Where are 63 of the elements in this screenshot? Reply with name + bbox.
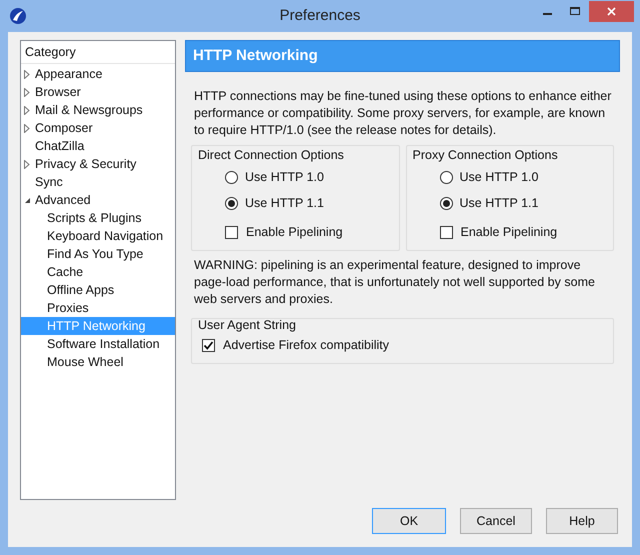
checkbox-label: Enable Pipelining — [246, 224, 343, 241]
radio-button[interactable] — [225, 196, 238, 210]
radio-button[interactable] — [225, 170, 238, 184]
dialog-button[interactable]: Cancel — [460, 508, 532, 534]
tree-item[interactable]: Keyboard Navigation — [21, 227, 175, 245]
radio-label: Use HTTP 1.0 — [245, 168, 324, 186]
tree-item-label: Composer — [34, 120, 94, 137]
tree-item[interactable]: Proxies — [21, 299, 175, 317]
warning-text: WARNING: pipelining is an experimental feature, designed to improve page-load performance, that is unfortunately not well supported by some web servers and proxies. — [193, 256, 596, 308]
intro-text: HTTP connections may be fine-tuned using these options to enhance either performance or compatibility. Some proxy servers, for example, are known to require HTTP/1.0 (see the release notes for details). — [193, 88, 612, 139]
checkbox[interactable] — [440, 226, 452, 239]
group-title: Proxy Connection Options — [412, 147, 559, 164]
collapse-icon[interactable] — [24, 196, 31, 204]
tree-item-label: Browser — [34, 84, 82, 101]
app-logo-icon — [9, 7, 27, 25]
tree-item-label: Find As You Type — [46, 246, 144, 263]
tree-item[interactable]: Software Installation — [21, 335, 175, 353]
tree-item[interactable]: Browser — [21, 83, 175, 101]
panel-header: HTTP Networking — [185, 40, 620, 72]
tree-item-label: Privacy & Security — [34, 156, 138, 173]
column-header: Category — [21, 41, 175, 64]
tree-item[interactable]: Mail & Newsgroups — [21, 101, 175, 119]
window-title: Preferences — [280, 6, 360, 26]
tree-item[interactable]: Appearance — [21, 65, 175, 83]
tree-item-label: Proxies — [46, 300, 90, 317]
tree-item-label: Keyboard Navigation — [46, 228, 164, 245]
close-button[interactable] — [589, 0, 634, 22]
tree-item[interactable]: Scripts & Plugins — [21, 209, 175, 227]
group-title: Direct Connection Options — [198, 147, 345, 164]
tree-item[interactable]: ChatZilla — [21, 137, 175, 155]
radio-button[interactable] — [440, 170, 452, 184]
radio-label: Use HTTP 1.0 — [460, 168, 538, 186]
radio-label: Use HTTP 1.1 — [245, 194, 324, 212]
tree-item-label: Offline Apps — [46, 282, 116, 299]
tree-item[interactable]: Composer — [21, 119, 175, 137]
tree-item-label: Mouse Wheel — [46, 354, 124, 371]
checkbox-label: Advertise Firefox compatibility — [223, 336, 390, 354]
tree-item[interactable]: Cache — [21, 263, 175, 281]
tree-item[interactable]: Advanced — [21, 191, 175, 209]
close-icon — [607, 6, 616, 16]
tree-item-label: Mail & Newsgroups — [34, 102, 144, 119]
tree-item[interactable]: Offline Apps — [21, 281, 175, 299]
tree-item-label: Sync — [34, 174, 64, 191]
radio-button[interactable] — [440, 196, 452, 210]
radio-label: Use HTTP 1.1 — [460, 194, 538, 212]
tree-item-label: HTTP Networking — [46, 318, 146, 335]
tree-item[interactable]: Mouse Wheel — [21, 353, 175, 371]
tree-item-label: Appearance — [34, 66, 104, 83]
dialog-button[interactable]: OK — [372, 508, 446, 534]
checkbox-label: Enable Pipelining — [460, 224, 558, 241]
checkbox[interactable] — [202, 338, 215, 352]
group-title: User Agent String — [198, 316, 297, 334]
expand-icon[interactable] — [24, 160, 30, 168]
checkbox[interactable] — [225, 226, 238, 239]
tree-item[interactable]: Sync — [21, 173, 175, 191]
tree-item[interactable]: Privacy & Security — [21, 155, 175, 173]
tree-item-label: Cache — [46, 264, 84, 281]
dialog-button[interactable]: Help — [546, 508, 618, 534]
tree-item-label: Software Installation — [46, 336, 161, 353]
tree-item-label: Scripts & Plugins — [46, 210, 142, 227]
tree-item-label: Advanced — [34, 192, 92, 209]
tree-item[interactable]: Find As You Type — [21, 245, 175, 263]
tree-item-label: ChatZilla — [34, 138, 86, 155]
